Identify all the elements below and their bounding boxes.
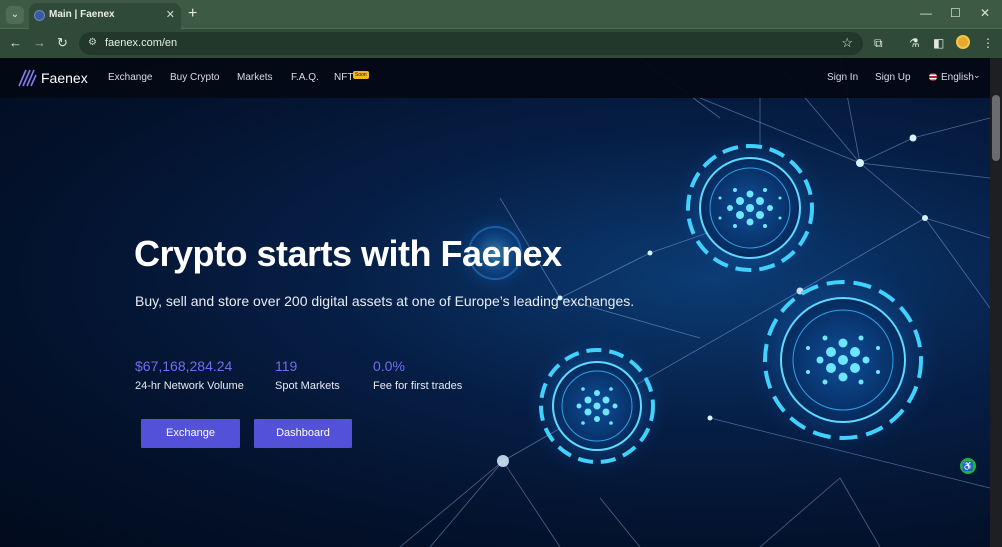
back-icon[interactable]: ← xyxy=(9,35,22,51)
brand-logo[interactable]: Faenex xyxy=(17,68,88,88)
tab-title: Main | Faenex xyxy=(49,9,115,20)
tab-search-icon[interactable]: ⌄ xyxy=(6,6,24,24)
crypto-node-bottom xyxy=(525,334,669,478)
nav-nft[interactable]: NFT xyxy=(334,72,353,83)
browser-tab[interactable]: Main | Faenex ✕ xyxy=(29,3,181,29)
side-panel-icon[interactable]: ◧ xyxy=(933,36,944,50)
tab-favicon xyxy=(34,10,45,21)
maximize-button[interactable]: ☐ xyxy=(950,6,961,20)
extensions-icon[interactable]: ⧉ xyxy=(874,36,883,51)
crypto-node-top xyxy=(672,130,828,286)
webpage: Faenex Exchange Buy Crypto Markets F.A.Q… xyxy=(0,58,990,547)
nav-buy-crypto[interactable]: Buy Crypto xyxy=(170,72,219,83)
minimize-button[interactable]: — xyxy=(920,6,932,20)
profile-avatar[interactable] xyxy=(956,35,970,49)
brand-name: Faenex xyxy=(41,70,88,86)
sign-up-link[interactable]: Sign Up xyxy=(875,72,911,83)
site-navbar: Faenex Exchange Buy Crypto Markets F.A.Q… xyxy=(0,58,990,98)
menu-icon[interactable]: ⋮ xyxy=(982,36,994,50)
hero-subtitle: Buy, sell and store over 200 digital ass… xyxy=(135,293,635,309)
browser-tab-bar: ⌄ Main | Faenex ✕ + — ☐ ✕ xyxy=(0,0,1002,29)
crypto-node-right xyxy=(745,262,941,458)
accessibility-icon[interactable]: ♿ xyxy=(960,458,976,474)
nav-markets[interactable]: Markets xyxy=(237,72,273,83)
stat-fee-label: Fee for first trades xyxy=(373,380,463,392)
close-window-button[interactable]: ✕ xyxy=(980,6,990,20)
nav-exchange[interactable]: Exchange xyxy=(108,72,152,83)
address-bar[interactable]: ⚙ faenex.com/en ☆ xyxy=(79,32,863,55)
dashboard-button[interactable]: Dashboard xyxy=(254,419,352,448)
faenex-logo-icon xyxy=(18,69,37,87)
browser-toolbar: ← → ↻ ⚙ faenex.com/en ☆ ⧉ ⚗ ◧ ⋮ xyxy=(0,29,1002,58)
stat-spot-markets-value: 119 xyxy=(275,358,298,374)
hero-title: Crypto starts with Faenex xyxy=(134,233,562,274)
language-selector[interactable]: English xyxy=(941,72,974,83)
address-url[interactable]: faenex.com/en xyxy=(105,37,177,49)
labs-icon[interactable]: ⚗ xyxy=(909,36,920,50)
reload-icon[interactable]: ↻ xyxy=(57,35,68,51)
forward-icon[interactable]: → xyxy=(33,35,46,51)
stat-network-volume-value: $67,168,284.24 xyxy=(135,358,233,374)
stat-spot-markets-label: Spot Markets xyxy=(275,380,340,392)
stat-network-volume-label: 24-hr Network Volume xyxy=(135,380,244,392)
exchange-button[interactable]: Exchange xyxy=(141,419,240,448)
chevron-down-icon[interactable]: ⌄ xyxy=(973,70,981,81)
star-icon[interactable]: ☆ xyxy=(841,35,853,51)
sign-in-link[interactable]: Sign In xyxy=(827,72,858,83)
nav-faq[interactable]: F.A.Q. xyxy=(291,72,319,83)
scrollbar-thumb[interactable] xyxy=(992,95,1000,161)
us-flag-icon xyxy=(929,73,937,81)
site-info-icon[interactable]: ⚙ xyxy=(88,37,97,48)
nft-soon-badge: Soon xyxy=(353,71,369,79)
tab-close-icon[interactable]: ✕ xyxy=(166,8,175,21)
stat-fee-value: 0.0% xyxy=(373,358,405,374)
new-tab-button[interactable]: + xyxy=(188,4,197,24)
